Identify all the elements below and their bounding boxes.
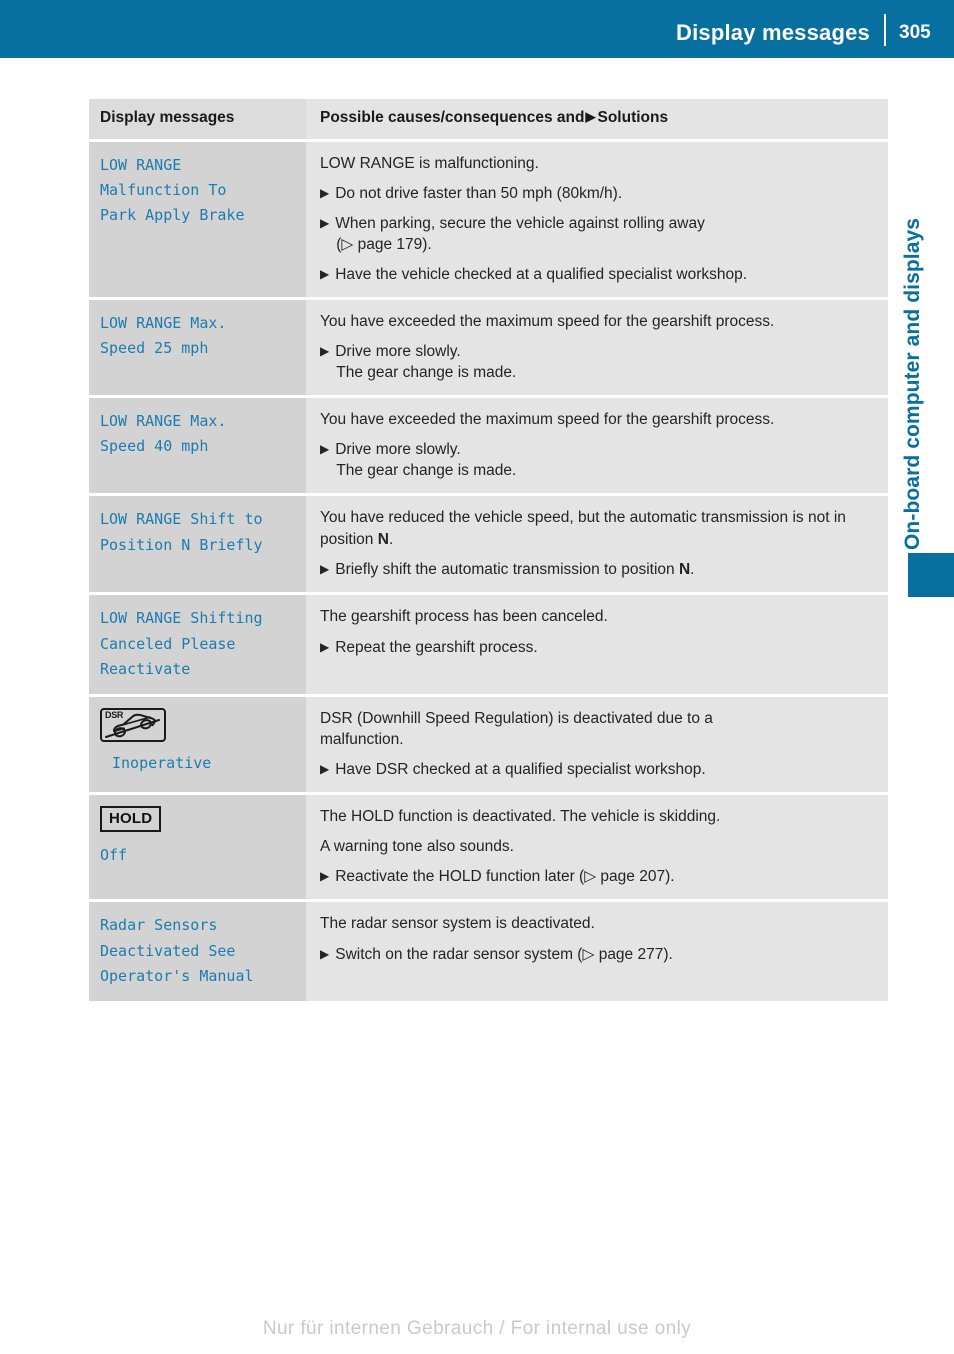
bullet-subtext: The gear change is made. xyxy=(336,462,517,480)
table-row: LOW RANGE Max. Speed 40 mph You have exc… xyxy=(89,398,888,494)
table-row: DSR Inoperative DSR (Downhill Speed Regu… xyxy=(89,697,888,793)
solution-intro: LOW RANGE is malfunctioning. xyxy=(320,154,539,172)
bullet-text: Drive more slowly. xyxy=(335,441,461,459)
bullet-text: Have DSR checked at a qualified speciali… xyxy=(335,761,706,779)
solution-bullet: ▶ Drive more slowly. The gear change is … xyxy=(320,439,878,481)
display-message-text: Inoperative xyxy=(112,754,212,773)
solution-bullet: ▶ When parking, secure the vehicle again… xyxy=(320,213,878,255)
table-row: Radar Sensors Deactivated See Operator's… xyxy=(89,902,888,1002)
bullet-text: Have the vehicle checked at a qualified … xyxy=(335,265,748,283)
table-row: LOW RANGE Max. Speed 25 mph You have exc… xyxy=(89,299,888,396)
message-cell: LOW RANGE Shifting Canceled Please React… xyxy=(89,595,306,695)
message-cell: HOLD Off xyxy=(89,795,306,900)
solution-bullet: ▶ Switch on the radar sensor system (▷ p… xyxy=(320,944,878,965)
gear-position-label: N xyxy=(678,560,691,578)
table-row: HOLD Off The HOLD function is deactivate… xyxy=(89,795,888,900)
bullet-arrow-icon: ▶ xyxy=(320,215,330,230)
solutions-header-prefix: Possible causes/consequences and xyxy=(320,109,585,126)
table-header-cell-messages: Display messages xyxy=(89,99,306,139)
solution-intro: The gearshift process has been canceled. xyxy=(320,608,608,626)
chapter-tab-label: On-board computer and displays xyxy=(901,217,924,550)
solution-cell: The gearshift process has been canceled.… xyxy=(306,595,888,695)
display-message-text: LOW RANGE Shifting Canceled Please React… xyxy=(100,609,263,678)
message-cell: LOW RANGE Max. Speed 40 mph xyxy=(89,398,306,494)
message-cell: LOW RANGE Max. Speed 25 mph xyxy=(89,299,306,396)
solutions-header-suffix: Solutions xyxy=(597,109,669,126)
solution-intro: DSR (Downhill Speed Regulation) is deact… xyxy=(320,710,713,749)
bullet-arrow-icon: ▶ xyxy=(320,639,330,654)
chapter-tab-marker xyxy=(908,553,954,597)
solution-intro-part3: . xyxy=(388,530,394,548)
bullet-text: When parking, secure the vehicle against… xyxy=(335,214,705,232)
solution-intro: The radar sensor system is deactivated. xyxy=(320,915,595,933)
solution-bullet: ▶ Have the vehicle checked at a qualifie… xyxy=(320,264,878,285)
message-cell: LOW RANGE Shift to Position N Briefly xyxy=(89,496,306,593)
solution-intro-part1: You have reduced the vehicle speed, but … xyxy=(320,509,846,548)
hold-symbol-wrapper: HOLD xyxy=(100,806,294,843)
solution-cell: You have reduced the vehicle speed, but … xyxy=(306,496,888,593)
solution-cell: The radar sensor system is deactivated. … xyxy=(306,902,888,1002)
display-message-text: LOW RANGE Max. Speed 25 mph xyxy=(100,313,227,358)
message-cell: DSR Inoperative xyxy=(89,697,306,793)
bullet-arrow-icon: ▶ xyxy=(320,869,330,884)
page-title: Display messages xyxy=(676,20,870,45)
internal-use-watermark: Nur für internen Gebrauch / For internal… xyxy=(262,1318,692,1339)
solution-intro: You have exceeded the maximum speed for … xyxy=(320,312,775,330)
table-row: LOW RANGE Malfunction To Park Apply Brak… xyxy=(89,141,888,297)
page-number: 305 xyxy=(899,22,931,43)
bullet-text-part1: Briefly shift the automatic transmission… xyxy=(335,560,679,578)
hold-symbol-icon: HOLD xyxy=(100,806,162,833)
solution-cell: DSR (Downhill Speed Regulation) is deact… xyxy=(306,697,888,793)
bullet-text-part3: . xyxy=(690,560,695,578)
solution-intro: The HOLD function is deactivated. The ve… xyxy=(320,808,721,826)
gear-position-label: N xyxy=(377,530,389,548)
solution-bullet: ▶ Drive more slowly. The gear change is … xyxy=(320,341,878,383)
solutions-arrow-icon: ▶ xyxy=(585,109,596,124)
display-message-text: LOW RANGE Malfunction To Park Apply Brak… xyxy=(100,155,245,224)
table-row: LOW RANGE Shifting Canceled Please React… xyxy=(89,595,888,695)
bullet-text: Drive more slowly. xyxy=(335,343,461,361)
bullet-text: Reactivate the HOLD function later (▷ pa… xyxy=(335,868,675,886)
solution-intro: You have reduced the vehicle speed, but … xyxy=(320,507,878,549)
bullet-arrow-icon: ▶ xyxy=(320,762,330,777)
solution-bullet: ▶ Repeat the gearshift process. xyxy=(320,637,878,658)
bullet-text: Repeat the gearshift process. xyxy=(335,638,538,656)
dsr-symbol-icon: DSR xyxy=(100,708,166,743)
message-cell: LOW RANGE Malfunction To Park Apply Brak… xyxy=(89,141,306,297)
bullet-subtext: (▷ page 179). xyxy=(336,235,432,253)
bullet-arrow-icon: ▶ xyxy=(320,946,330,961)
table-header-cell-solutions: Possible causes/consequences and▶ Solutio… xyxy=(306,99,888,139)
bullet-arrow-icon: ▶ xyxy=(320,185,330,200)
table-row: LOW RANGE Shift to Position N Briefly Yo… xyxy=(89,496,888,593)
solution-intro: You have exceeded the maximum speed for … xyxy=(320,411,775,429)
dsr-vehicle-slope-glyph xyxy=(105,713,160,739)
display-message-text: LOW RANGE Shift to Position N Briefly xyxy=(100,510,263,554)
message-cell: Radar Sensors Deactivated See Operator's… xyxy=(89,902,306,1002)
bullet-arrow-icon: ▶ xyxy=(320,561,330,576)
bullet-arrow-icon: ▶ xyxy=(320,442,330,457)
solution-intro-secondary: A warning tone also sounds. xyxy=(320,838,514,856)
display-message-text: Off xyxy=(100,846,128,865)
solution-cell: The HOLD function is deactivated. The ve… xyxy=(306,795,888,900)
solution-bullet: ▶ Have DSR checked at a qualified specia… xyxy=(320,759,878,780)
solution-cell: You have exceeded the maximum speed for … xyxy=(306,398,888,494)
solution-cell: You have exceeded the maximum speed for … xyxy=(306,299,888,396)
display-message-text: LOW RANGE Max. Speed 40 mph xyxy=(100,412,227,456)
header-divider xyxy=(884,14,886,46)
solution-cell: LOW RANGE is malfunctioning. ▶ Do not dr… xyxy=(306,141,888,297)
solution-bullet: ▶ Briefly shift the automatic transmissi… xyxy=(320,559,878,580)
bullet-text: Switch on the radar sensor system (▷ pag… xyxy=(335,945,673,963)
table-header-row: Display messages Possible causes/consequ… xyxy=(89,99,888,139)
bullet-arrow-icon: ▶ xyxy=(320,266,330,281)
display-message-text: Radar Sensors Deactivated See Operator's… xyxy=(100,916,254,985)
bullet-arrow-icon: ▶ xyxy=(320,344,330,359)
bullet-text: Do not drive faster than 50 mph (80km/h)… xyxy=(335,184,623,202)
display-messages-table: Display messages Possible causes/consequ… xyxy=(89,99,888,1004)
solution-bullet: ▶ Do not drive faster than 50 mph (80km/… xyxy=(320,183,878,204)
solution-bullet: ▶ Reactivate the HOLD function later (▷ … xyxy=(320,866,878,887)
bullet-subtext: The gear change is made. xyxy=(336,364,517,382)
page-header-bar: Display messages 305 xyxy=(0,0,954,58)
